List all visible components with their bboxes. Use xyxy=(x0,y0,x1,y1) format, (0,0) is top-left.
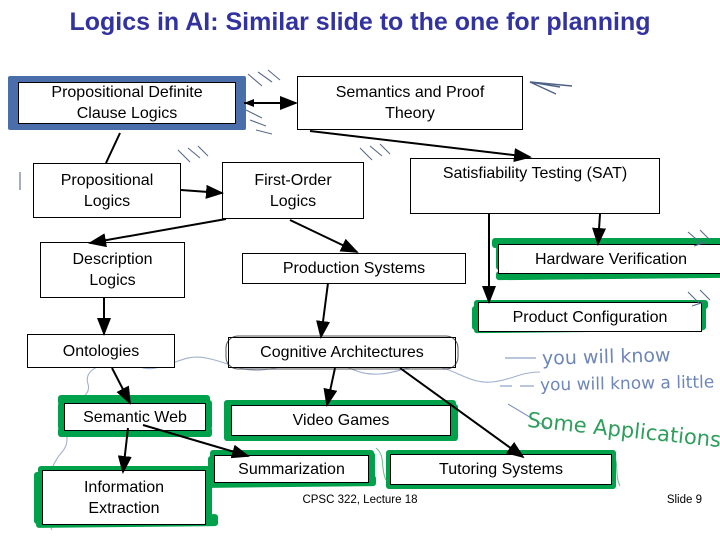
pen-tick-marks xyxy=(19,69,711,307)
slide-canvas: Logics in AI: Similar slide to the one f… xyxy=(0,0,720,540)
pen-outline-cognitive-architectures xyxy=(225,335,459,370)
annotation-you-will-know: you will know xyxy=(541,344,671,370)
pen-foreground-layer xyxy=(19,69,711,487)
annotation-you-will-know-a-little: you will know a little xyxy=(539,372,715,396)
pen-arrow-top-right xyxy=(529,81,573,95)
